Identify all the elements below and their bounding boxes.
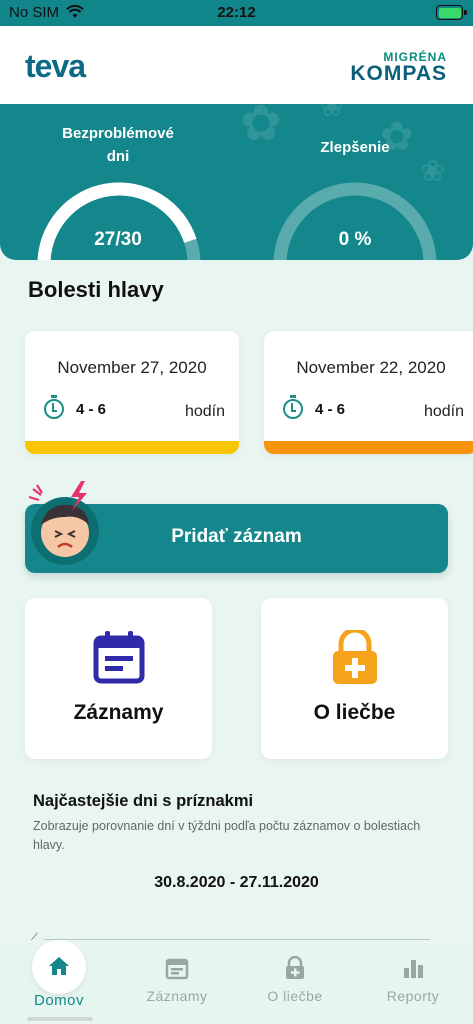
logo-bottom-text: KOMPAS [350, 62, 447, 85]
tab-records-label: Záznamy [146, 988, 208, 1004]
headaches-title: Bolesti hlavy [28, 277, 164, 302]
entry-duration-unit: hodín [184, 403, 225, 420]
entry-duration-unit: hodín [423, 403, 464, 420]
tab-records[interactable]: Záznamy [118, 946, 236, 1024]
entry-duration: 4 - 6 [315, 401, 346, 418]
date-range: 30.8.2020 - 27.11.2020 [154, 874, 319, 891]
treatment-tile-label: O liečbe [313, 701, 396, 724]
entry-date: November 27, 2020 [57, 358, 207, 377]
entry-duration: 4 - 6 [76, 401, 107, 418]
tab-home[interactable]: Domov [0, 940, 118, 1024]
status-bar: No SIM 22:12 [0, 0, 473, 26]
chart-baseline [44, 939, 430, 940]
severity-bar [25, 441, 239, 454]
improvement-label: Zlepšenie [320, 139, 390, 156]
flower-decoration-icon: ❀ [320, 104, 344, 123]
summary-panel: ✿ ✿ ❀ ❀ Bezproblémové dni 27/30 Zlepšeni… [0, 104, 473, 260]
trouble-free-days-label: Bezproblémové dni [62, 125, 174, 165]
home-icon [49, 957, 69, 975]
lock-plus-icon [333, 630, 377, 684]
headache-entry-card[interactable]: November 27, 2020 4 - 6 hodín [25, 331, 239, 454]
home-indicator [27, 1017, 93, 1021]
migrena-kompas-logo: MIGRÉNA KOMPAS [349, 50, 447, 86]
records-tile-label: Záznamy [73, 701, 164, 724]
entry-date: November 22, 2020 [296, 358, 446, 377]
headache-entry-card[interactable]: November 22, 2020 4 - 6 hodín [264, 331, 473, 454]
stopwatch-icon [44, 395, 64, 419]
frequent-days-description: Zobrazuje porovnanie dní v týždni podľa … [33, 819, 421, 852]
stopwatch-icon [283, 395, 303, 419]
tab-home-label: Domov [33, 992, 84, 1009]
teva-logo: teva [25, 48, 86, 84]
tab-reports[interactable]: Reporty [354, 946, 472, 1024]
calendar-icon [165, 958, 189, 980]
tab-reports-label: Reporty [386, 988, 440, 1004]
lock-plus-icon [286, 956, 304, 979]
battery-icon [436, 5, 467, 20]
clock-time: 22:12 [217, 4, 256, 21]
treatment-tile[interactable]: O liečbe [261, 598, 448, 759]
flower-decoration-icon: ✿ [240, 104, 282, 152]
bottom-tab-bar: Domov Záznamy O liečbe Reporty [0, 940, 473, 1024]
calendar-icon [93, 631, 145, 684]
trouble-free-days-value: 27/30 [94, 229, 142, 250]
tab-treatment-label: O liečbe [267, 988, 323, 1004]
headache-face-icon [28, 481, 99, 565]
frequent-days-title: Najčastejšie dni s príznakmi [33, 792, 254, 810]
app-header: teva MIGRÉNA KOMPAS [0, 26, 473, 104]
improvement-value: 0 % [338, 229, 372, 250]
bar-chart-icon [404, 960, 423, 978]
records-tile[interactable]: Záznamy [25, 598, 212, 759]
tab-treatment[interactable]: O liečbe [236, 946, 354, 1024]
severity-bar [264, 441, 473, 454]
chart-axis-icon: ⟋ [31, 932, 38, 943]
